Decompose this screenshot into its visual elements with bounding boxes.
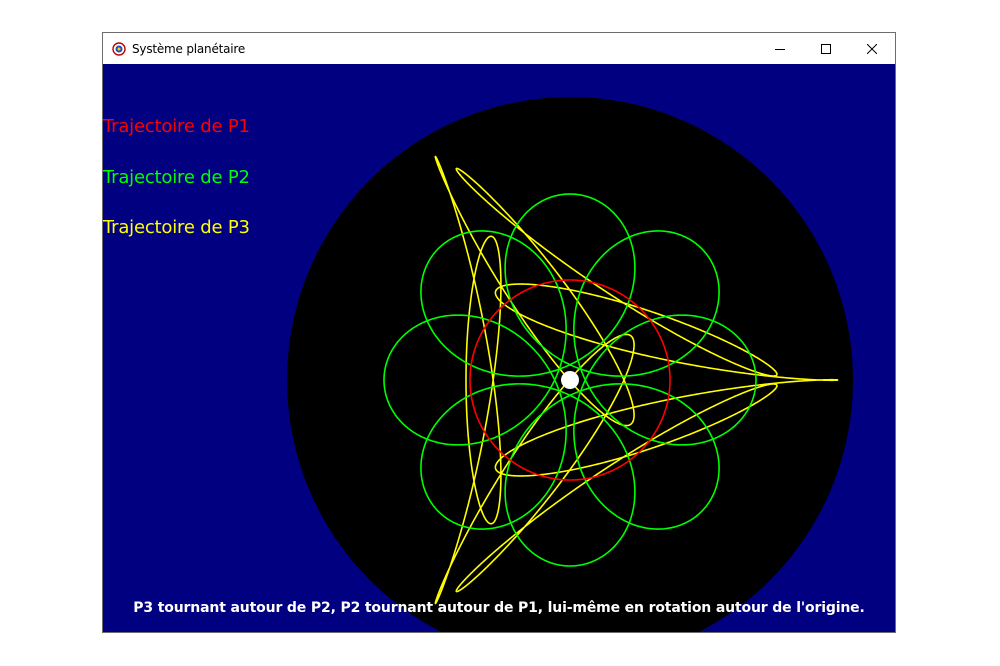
- title-bar[interactable]: Système planétaire: [103, 33, 895, 64]
- app-icon: [112, 41, 126, 56]
- origin-point: [561, 371, 579, 389]
- minimize-button[interactable]: [757, 33, 803, 64]
- legend-p2: Trajectoire de P2: [103, 167, 250, 188]
- minimize-icon: [775, 48, 785, 50]
- window-title: Système planétaire: [132, 41, 246, 56]
- app-window: Système planétaire Trajectoire de P1 Tra…: [102, 32, 896, 633]
- orbit-scene: [287, 97, 853, 632]
- window-controls: [757, 33, 895, 64]
- canvas-area: Trajectoire de P1 Trajectoire de P2 Traj…: [103, 64, 895, 632]
- caption-text: P3 tournant autour de P2, P2 tournant au…: [133, 600, 865, 616]
- close-icon: [867, 43, 877, 54]
- maximize-icon: [821, 43, 831, 54]
- legend-p3: Trajectoire de P3: [103, 217, 250, 238]
- maximize-button[interactable]: [803, 33, 849, 64]
- legend-p1: Trajectoire de P1: [103, 116, 250, 137]
- close-button[interactable]: [849, 33, 895, 64]
